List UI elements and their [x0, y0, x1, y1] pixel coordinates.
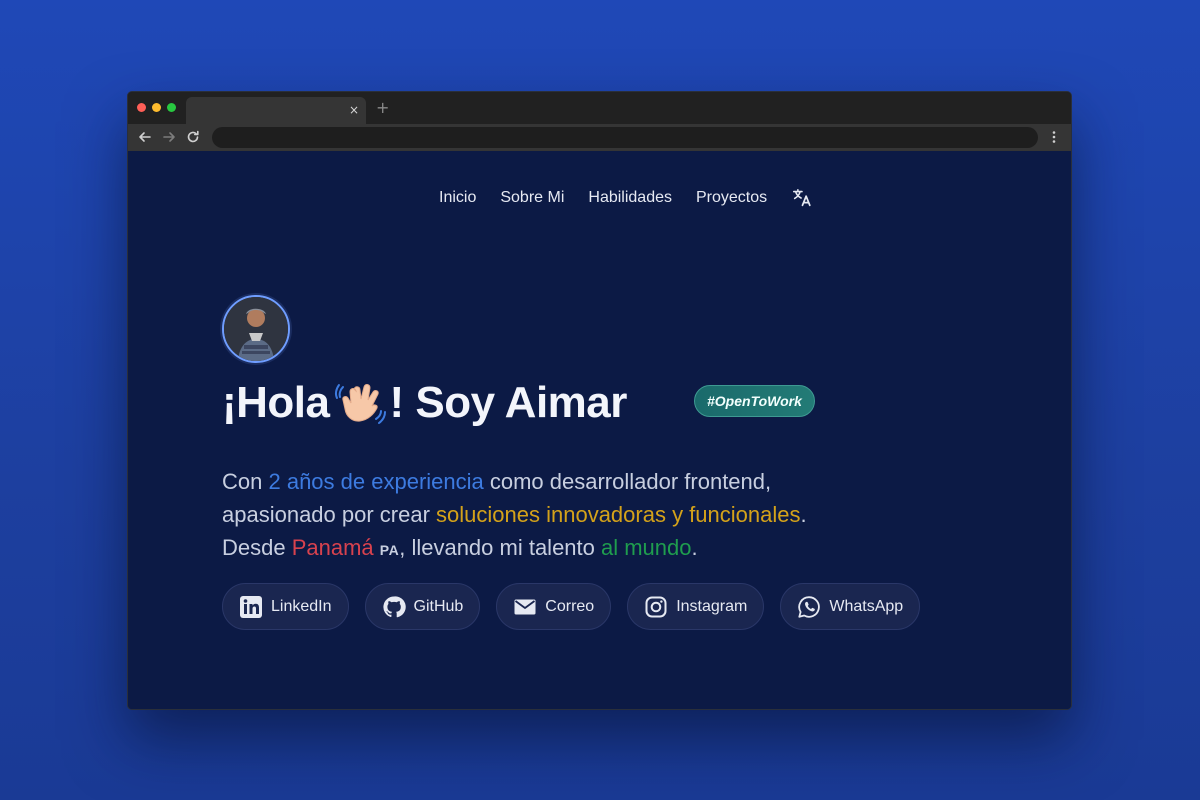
- new-tab-button[interactable]: +: [376, 98, 389, 118]
- close-window-button[interactable]: [137, 103, 146, 112]
- linkedin-button[interactable]: LinkedIn: [222, 583, 349, 630]
- bio-text: como desarrollador frontend,: [483, 469, 772, 494]
- browser-tab[interactable]: ×: [186, 97, 366, 124]
- bio-text: .: [800, 502, 807, 527]
- open-to-work-badge: #OpenToWork: [694, 385, 815, 417]
- bio-highlight-solutions: soluciones innovadoras y funcionales: [436, 502, 801, 527]
- back-arrow-icon[interactable]: [136, 128, 154, 146]
- nav-link-habilidades[interactable]: Habilidades: [588, 189, 672, 207]
- email-button[interactable]: Correo: [496, 583, 612, 630]
- nav-link-proyectos[interactable]: Proyectos: [696, 189, 767, 207]
- browser-toolbar: [128, 124, 1071, 151]
- bio-text: apasionado por crear: [222, 502, 437, 527]
- instagram-button[interactable]: Instagram: [627, 583, 765, 630]
- bio-highlight-country: Panamá: [291, 535, 374, 560]
- page-viewport: Inicio Sobre Mi Habilidades Proyectos ¡H…: [128, 151, 1071, 709]
- whatsapp-label: WhatsApp: [829, 597, 904, 615]
- main-nav: Inicio Sobre Mi Habilidades Proyectos: [439, 187, 813, 209]
- instagram-icon: [645, 596, 667, 617]
- github-icon: [382, 595, 406, 617]
- maximize-window-button[interactable]: [167, 103, 176, 112]
- browser-window: × + Inicio Sobre Mi Habilidades Proyecto…: [127, 91, 1072, 710]
- bio-text: Con: [222, 469, 269, 494]
- headline-greeting: ¡Hola: [222, 378, 330, 427]
- linkedin-icon: [240, 595, 262, 618]
- nav-link-inicio[interactable]: Inicio: [439, 189, 476, 207]
- bio-highlight-experience: 2 años de experiencia: [268, 469, 484, 494]
- email-label: Correo: [545, 597, 595, 615]
- whatsapp-button[interactable]: WhatsApp: [780, 583, 921, 630]
- mail-icon: [514, 599, 536, 614]
- avatar: [222, 295, 290, 363]
- github-button[interactable]: GitHub: [364, 583, 481, 630]
- github-label: GitHub: [413, 597, 464, 615]
- minimize-window-button[interactable]: [152, 103, 161, 112]
- browser-titlebar: × +: [128, 92, 1071, 124]
- bio-text: .: [691, 535, 698, 560]
- linkedin-label: LinkedIn: [271, 597, 332, 615]
- forward-arrow-icon[interactable]: [160, 128, 178, 146]
- bio-highlight-world: al mundo: [601, 535, 692, 560]
- country-code: PA: [379, 542, 400, 558]
- instagram-label: Instagram: [676, 597, 748, 615]
- tab-close-icon[interactable]: ×: [349, 101, 359, 119]
- hero-headline: ¡Hola ! Soy Aimar: [222, 375, 627, 431]
- translate-icon[interactable]: [791, 187, 813, 209]
- headline-name: ! Soy Aimar: [389, 378, 628, 427]
- avatar-photo: [224, 297, 288, 361]
- whatsapp-icon: [798, 595, 821, 618]
- bio-text: Desde: [222, 535, 292, 560]
- waving-hand-icon: [334, 384, 386, 424]
- address-bar[interactable]: [212, 127, 1038, 148]
- reload-icon[interactable]: [184, 128, 202, 146]
- browser-menu-icon[interactable]: [1045, 128, 1063, 146]
- hero-bio: Con 2 años de experiencia como desarroll…: [222, 465, 942, 567]
- social-links: LinkedIn GitHub Correo Instagram WhatsAp…: [222, 583, 921, 630]
- bio-text: , llevando mi talento: [399, 535, 601, 560]
- nav-link-sobre-mi[interactable]: Sobre Mi: [500, 189, 564, 207]
